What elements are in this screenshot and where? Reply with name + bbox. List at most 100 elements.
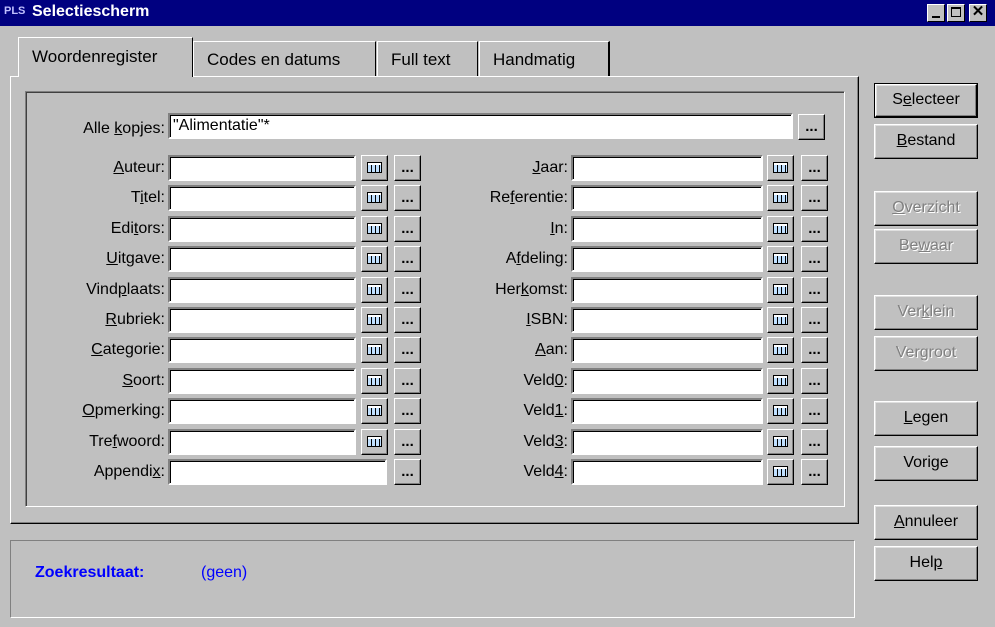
aan-browse-button[interactable]: ...	[801, 337, 828, 363]
tab-full-text[interactable]: Full text	[377, 41, 478, 76]
isbn-browse-button[interactable]: ...	[801, 307, 828, 333]
veld3-input[interactable]	[571, 429, 763, 455]
alle-kopjes-browse-button[interactable]: ...	[798, 114, 825, 140]
table-list-icon	[773, 192, 788, 203]
vorige-button[interactable]: Vorige	[874, 446, 978, 481]
veld4-browse-button[interactable]: ...	[801, 459, 828, 485]
auteur-list-button[interactable]	[361, 155, 388, 181]
referentie-label: Referentie:	[489, 189, 568, 206]
appendix-browse-button[interactable]: ...	[394, 459, 421, 485]
legen-button[interactable]: Legen	[874, 401, 978, 436]
trefwoord-browse-button[interactable]: ...	[394, 429, 421, 455]
vindplaats-label: Vindplaats:	[86, 281, 165, 298]
titel-browse-button[interactable]: ...	[394, 185, 421, 211]
herkomst-input[interactable]	[571, 277, 763, 303]
editors-input[interactable]	[168, 216, 356, 242]
rubriek-input[interactable]	[168, 307, 356, 333]
rubriek-browse-button[interactable]: ...	[394, 307, 421, 333]
uitgave-input[interactable]	[168, 246, 356, 272]
herkomst-list-button[interactable]	[767, 277, 794, 303]
afdeling-input[interactable]	[571, 246, 763, 272]
aan-input[interactable]	[571, 337, 763, 363]
afdeling-browse-button[interactable]: ...	[801, 246, 828, 272]
tab-handmatig[interactable]: Handmatig	[479, 41, 610, 76]
overzicht-label: Overzicht	[892, 199, 960, 216]
veld1-input[interactable]	[571, 398, 763, 424]
appendix-label: Appendix:	[93, 463, 165, 480]
titel-input[interactable]	[168, 185, 356, 211]
appendix-input[interactable]	[168, 459, 387, 485]
veld1-list-button[interactable]	[767, 398, 794, 424]
alle-kopjes-input[interactable]: "Alimentatie"*	[168, 113, 793, 139]
soort-input[interactable]	[168, 368, 356, 394]
veld4-label: Veld4:	[523, 463, 569, 480]
soort-list-button[interactable]	[361, 368, 388, 394]
afdeling-list-button[interactable]	[767, 246, 794, 272]
in-browse-button[interactable]: ...	[801, 216, 828, 242]
selecteer-button[interactable]: Selecteer	[874, 83, 978, 118]
vindplaats-list-button[interactable]	[361, 277, 388, 303]
aan-list-button[interactable]	[767, 337, 794, 363]
jaar-browse-button[interactable]: ...	[801, 155, 828, 181]
vindplaats-input[interactable]	[168, 277, 356, 303]
tab-codes-en-datums[interactable]: Codes en datums	[193, 41, 376, 76]
veld0-browse-button[interactable]: ...	[801, 368, 828, 394]
opmerking-browse-button[interactable]: ...	[394, 398, 421, 424]
veld0-input[interactable]	[571, 368, 763, 394]
jaar-label: Jaar:	[532, 159, 568, 176]
veld4-input[interactable]	[571, 459, 763, 485]
tab-label: Codes en datums	[207, 50, 341, 69]
categorie-input[interactable]	[168, 337, 356, 363]
veld3-browse-button[interactable]: ...	[801, 429, 828, 455]
editors-list-button[interactable]	[361, 216, 388, 242]
overzicht-button[interactable]: Overzicht	[874, 191, 978, 226]
veld3-list-button[interactable]	[767, 429, 794, 455]
verklein-label: Verklein	[897, 303, 955, 320]
uitgave-list-button[interactable]	[361, 246, 388, 272]
isbn-list-button[interactable]	[767, 307, 794, 333]
categorie-list-button[interactable]	[361, 337, 388, 363]
table-list-icon	[367, 253, 382, 264]
veld0-list-button[interactable]	[767, 368, 794, 394]
referentie-browse-button[interactable]: ...	[801, 185, 828, 211]
help-button[interactable]: Help	[874, 546, 978, 581]
in-list-button[interactable]	[767, 216, 794, 242]
vindplaats-browse-button[interactable]: ...	[394, 277, 421, 303]
editors-browse-button[interactable]: ...	[394, 216, 421, 242]
tab-woordenregister[interactable]: Woordenregister	[18, 37, 193, 77]
table-list-icon	[773, 253, 788, 264]
herkomst-browse-button[interactable]: ...	[801, 277, 828, 303]
maximize-button[interactable]	[947, 4, 965, 22]
referentie-input[interactable]	[571, 185, 763, 211]
bestand-button[interactable]: Bestand	[874, 124, 978, 159]
auteur-browse-button[interactable]: ...	[394, 155, 421, 181]
trefwoord-input[interactable]	[168, 429, 356, 455]
categorie-browse-button[interactable]: ...	[394, 337, 421, 363]
in-input[interactable]	[571, 216, 763, 242]
jaar-input[interactable]	[571, 155, 763, 181]
minimize-button[interactable]	[927, 4, 945, 22]
titel-list-button[interactable]	[361, 185, 388, 211]
verklein-button[interactable]: Verklein	[874, 295, 978, 330]
vergroot-button[interactable]: Vergroot	[874, 336, 978, 371]
auteur-input[interactable]	[168, 155, 356, 181]
annuleer-button[interactable]: Annuleer	[874, 505, 978, 540]
veld1-browse-button[interactable]: ...	[801, 398, 828, 424]
opmerking-input[interactable]	[168, 398, 356, 424]
soort-browse-button[interactable]: ...	[394, 368, 421, 394]
jaar-list-button[interactable]	[767, 155, 794, 181]
tab-label: Full text	[391, 50, 451, 69]
opmerking-label: Opmerking:	[82, 402, 165, 419]
rubriek-list-button[interactable]	[361, 307, 388, 333]
veld4-list-button[interactable]	[767, 459, 794, 485]
uitgave-browse-button[interactable]: ...	[394, 246, 421, 272]
opmerking-list-button[interactable]	[361, 398, 388, 424]
table-list-icon	[773, 344, 788, 355]
referentie-list-button[interactable]	[767, 185, 794, 211]
herkomst-label: Herkomst:	[495, 281, 568, 298]
isbn-input[interactable]	[571, 307, 763, 333]
bewaar-button[interactable]: Bewaar	[874, 229, 978, 264]
close-button[interactable]: ✕	[969, 4, 987, 22]
trefwoord-list-button[interactable]	[361, 429, 388, 455]
aan-label: Aan:	[535, 341, 568, 358]
